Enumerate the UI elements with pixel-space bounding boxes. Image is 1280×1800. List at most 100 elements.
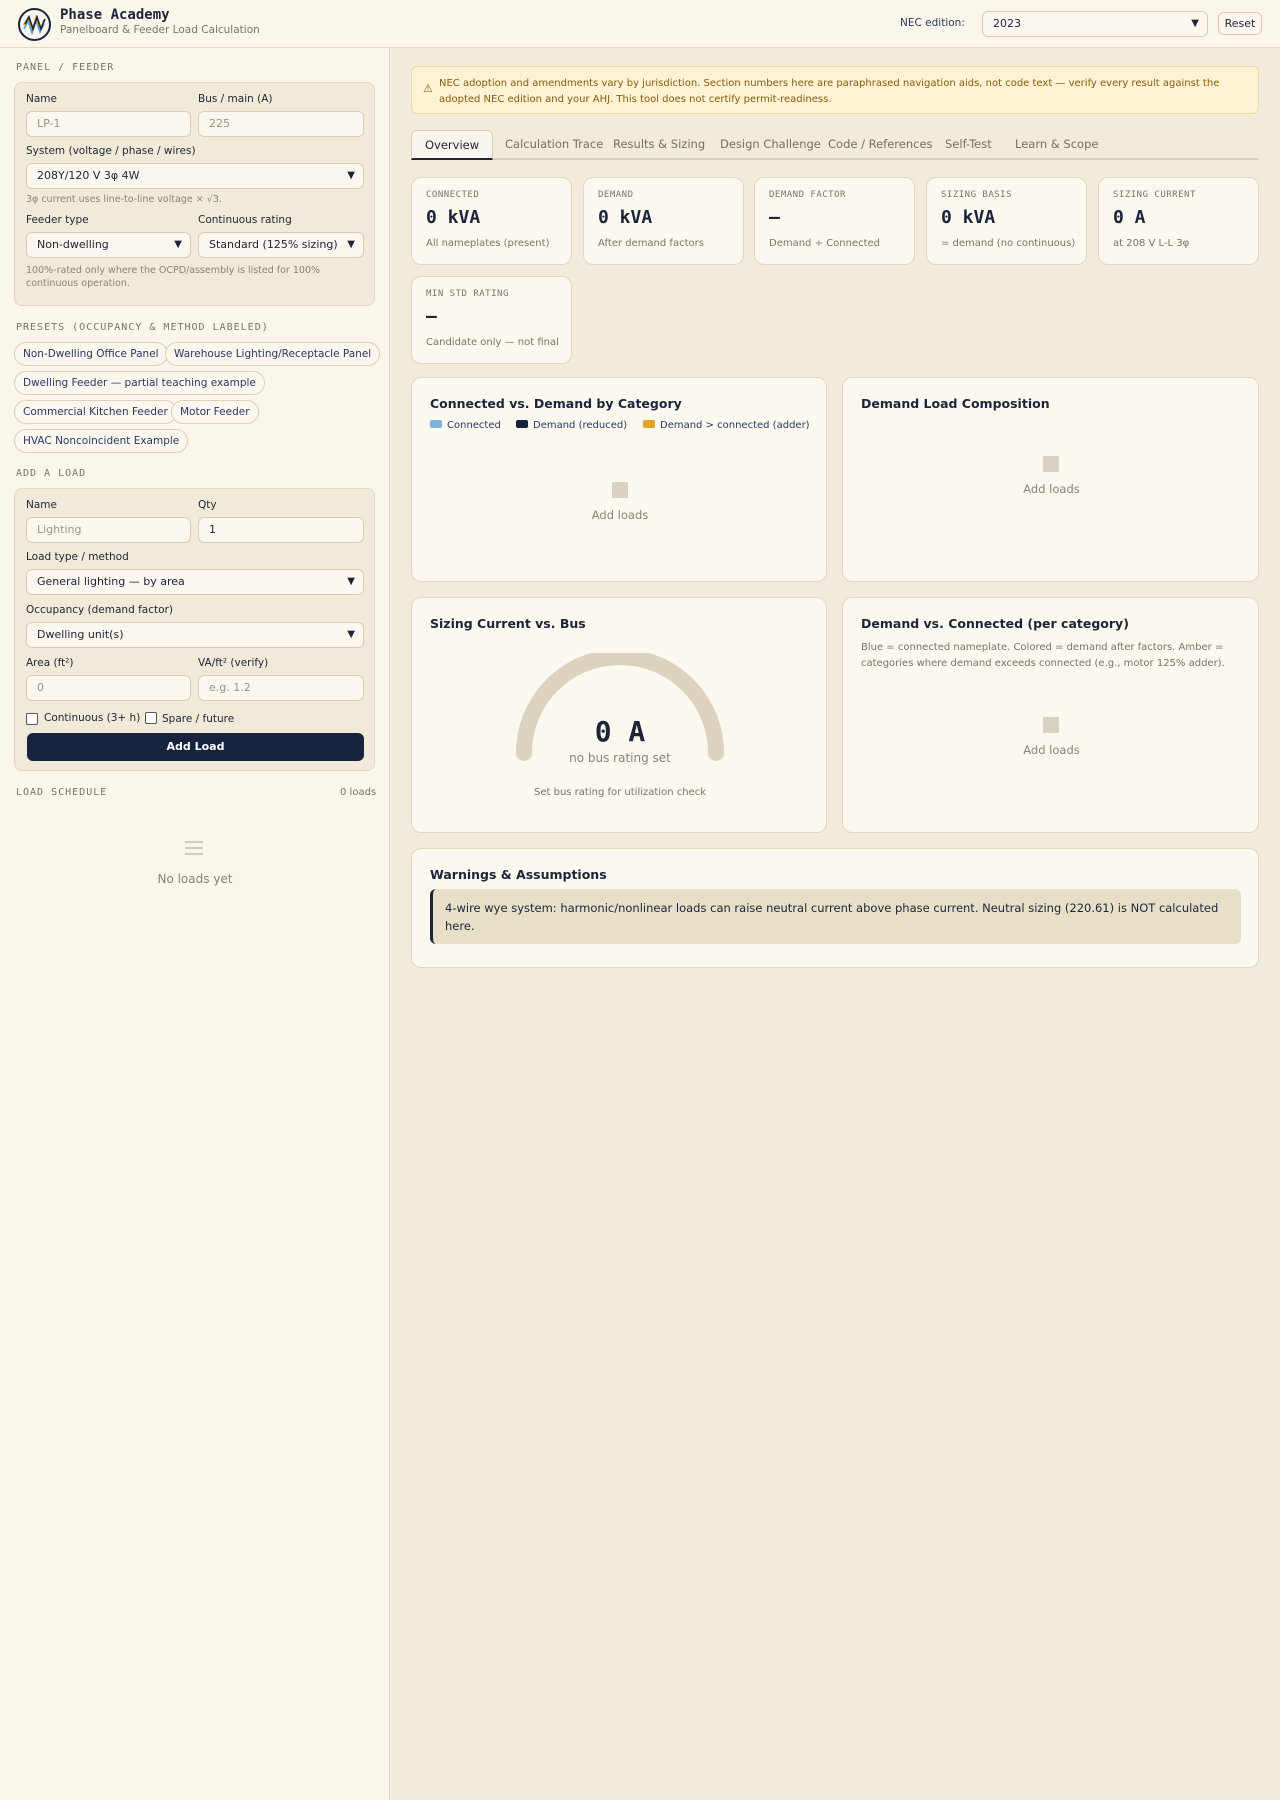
empty-chart-text: Add loads — [1023, 482, 1080, 496]
empty-chart-text: Add loads — [1023, 743, 1080, 757]
load-type-label: Load type / method — [26, 551, 129, 563]
va-per-ft2-label: VA/ft² (verify) — [198, 657, 269, 669]
qty-input[interactable]: 1 — [198, 517, 364, 543]
stat-value: — — [769, 207, 780, 228]
preset-office-panel[interactable]: Non-Dwelling Office Panel — [14, 342, 168, 366]
logo-wave-icon — [23, 14, 46, 36]
empty-chart-icon — [612, 482, 628, 498]
card-title: Sizing Current vs. Bus — [430, 616, 586, 631]
preset-motor-feeder[interactable]: Motor Feeder — [171, 400, 259, 424]
spare-checkbox[interactable] — [145, 712, 157, 724]
qty-label: Qty — [198, 499, 217, 511]
tab-results-sizing[interactable]: Results & Sizing — [600, 130, 718, 160]
continuous-rating-select[interactable]: Standard (125% sizing) ▼ — [198, 232, 364, 258]
stat-sizing-current: SIZING CURRENT 0 A at 208 V L-L 3φ — [1098, 177, 1259, 265]
presets-title: PRESETS (OCCUPANCY & METHOD LABELED) — [16, 322, 269, 333]
tab-learn-scope[interactable]: Learn & Scope — [1002, 130, 1111, 160]
load-type-select[interactable]: General lighting — by area ▼ — [26, 569, 364, 595]
continuous-rating-label: Continuous rating — [198, 214, 292, 226]
legend-swatch — [430, 420, 442, 428]
continuous-checkbox[interactable] — [26, 713, 38, 725]
stat-sub: All nameplates (present) — [426, 238, 550, 249]
warning-icon: ⚠ — [423, 82, 433, 95]
feeder-type-value: Non-dwelling — [37, 238, 109, 251]
card-title: Connected vs. Demand by Category — [430, 396, 682, 411]
stat-value: 0 kVA — [598, 207, 653, 228]
panel-section-title: PANEL / FEEDER — [16, 62, 115, 73]
feeder-type-label: Feeder type — [26, 214, 89, 226]
continuous-rating-value: Standard (125% sizing) — [209, 238, 338, 251]
brand-name: Phase Academy — [60, 7, 170, 23]
legend-connected: Connected — [430, 420, 501, 431]
nec-edition-value: 2023 — [993, 17, 1021, 30]
panel-name-input[interactable]: LP-1 — [26, 111, 191, 137]
stat-sizing-basis: SIZING BASIS 0 kVA = demand (no continuo… — [926, 177, 1087, 265]
stat-connected: CONNECTED 0 kVA All nameplates (present) — [411, 177, 572, 265]
stat-sub: Candidate only — not final — [426, 337, 559, 348]
stat-label: CONNECTED — [426, 190, 480, 200]
area-label: Area (ft²) — [26, 657, 74, 669]
stat-label: DEMAND FACTOR — [769, 190, 846, 200]
jurisdiction-alert: ⚠ NEC adoption and amendments vary by ju… — [411, 66, 1259, 114]
empty-chart-text: Add loads — [591, 508, 649, 522]
brand-subtitle: Panelboard & Feeder Load Calculation — [60, 24, 260, 36]
main-content: ⚠ NEC adoption and amendments vary by ju… — [391, 48, 1280, 1800]
add-load-button[interactable]: Add Load — [27, 733, 364, 761]
stat-min-std-rating: MIN STD RATING — Candidate only — not fi… — [411, 276, 572, 364]
chevron-down-icon: ▼ — [174, 239, 182, 250]
occupancy-select[interactable]: Dwelling unit(s) ▼ — [26, 622, 364, 648]
sidebar: PANEL / FEEDER Name LP-1 Bus / main (A) … — [0, 48, 390, 1800]
reset-button[interactable]: Reset — [1218, 12, 1262, 35]
chevron-down-icon: ▼ — [347, 239, 355, 250]
warnings-card: Warnings & Assumptions 4-wire wye system… — [411, 848, 1259, 968]
load-name-input[interactable]: Lighting — [26, 517, 191, 543]
gauge-sub: no bus rating set — [569, 751, 671, 765]
stat-value: — — [426, 306, 437, 327]
stat-label: SIZING BASIS — [941, 190, 1013, 200]
tab-calculation-trace[interactable]: Calculation Trace — [492, 130, 616, 160]
rating-note: 100%-rated only where the OCPD/assembly … — [26, 265, 321, 289]
chevron-down-icon: ▼ — [347, 170, 355, 181]
preset-warehouse-panel[interactable]: Warehouse Lighting/Receptacle Panel — [165, 342, 381, 366]
tab-self-test[interactable]: Self-Test — [932, 130, 1005, 160]
occupancy-label: Occupancy (demand factor) — [26, 604, 173, 616]
tab-bar: Overview Calculation Trace Results & Siz… — [411, 130, 1259, 160]
nec-edition-label: NEC edition: — [900, 17, 965, 29]
preset-commercial-kitchen[interactable]: Commercial Kitchen Feeder — [14, 400, 177, 424]
stat-label: DEMAND — [598, 190, 634, 200]
empty-chart-icon — [1043, 456, 1059, 472]
system-label: System (voltage / phase / wires) — [26, 145, 196, 157]
stat-value: 0 kVA — [941, 207, 996, 228]
load-type-value: General lighting — by area — [37, 575, 185, 588]
va-per-ft2-input[interactable]: e.g. 1.2 — [198, 675, 364, 701]
nec-edition-select[interactable]: 2023 ▼ — [982, 11, 1208, 37]
card-title: Warnings & Assumptions — [430, 867, 607, 882]
alert-text: NEC adoption and amendments vary by juri… — [439, 78, 1220, 105]
add-load-title: ADD A LOAD — [16, 468, 87, 479]
empty-chart-icon — [1043, 717, 1059, 733]
stat-demand: DEMAND 0 kVA After demand factors — [583, 177, 744, 265]
stat-sub: After demand factors — [598, 238, 704, 249]
system-select[interactable]: 208Y/120 V 3φ 4W ▼ — [26, 163, 364, 189]
app-header: Phase Academy Panelboard & Feeder Load C… — [0, 0, 1280, 48]
occupancy-value: Dwelling unit(s) — [37, 628, 124, 641]
tab-overview[interactable]: Overview — [411, 130, 494, 160]
chart-demand-composition: Demand Load Composition Add loads — [842, 377, 1259, 582]
stat-sub: Demand ÷ Connected — [769, 238, 880, 249]
schedule-empty-text: No loads yet — [157, 872, 233, 886]
stat-label: MIN STD RATING — [426, 289, 509, 299]
feeder-type-select[interactable]: Non-dwelling ▼ — [26, 232, 191, 258]
bus-input[interactable]: 225 — [198, 111, 364, 137]
tab-code-references[interactable]: Code / References — [815, 130, 946, 160]
panel-form: Name LP-1 Bus / main (A) 225 System (vol… — [14, 82, 375, 306]
gauge-value: 0 A — [594, 715, 646, 748]
list-icon — [185, 841, 203, 855]
load-count: 0 loads — [340, 787, 377, 798]
card-title: Demand Load Composition — [861, 396, 1050, 411]
chart-connected-vs-demand: Connected vs. Demand by Category Connect… — [411, 377, 827, 582]
preset-dwelling-feeder[interactable]: Dwelling Feeder — partial teaching examp… — [14, 371, 265, 395]
area-input[interactable]: 0 — [26, 675, 191, 701]
preset-hvac-noncoincident[interactable]: HVAC Noncoincident Example — [14, 429, 189, 453]
load-schedule-title: LOAD SCHEDULE — [16, 787, 108, 798]
chevron-down-icon: ▼ — [347, 629, 355, 640]
